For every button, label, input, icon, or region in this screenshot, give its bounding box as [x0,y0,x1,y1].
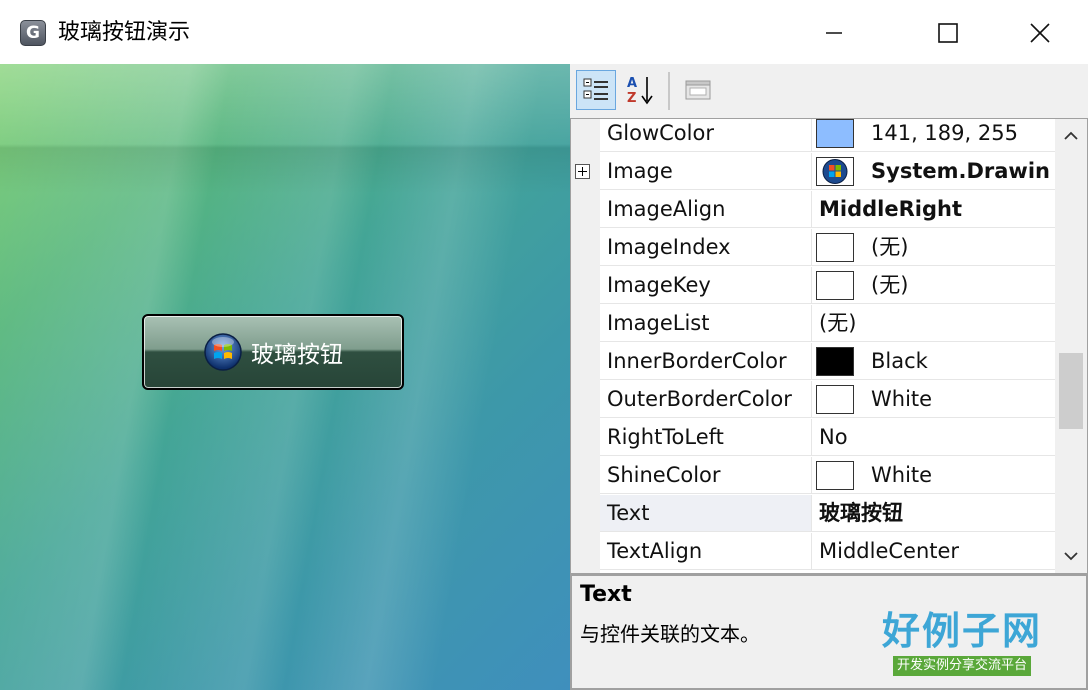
property-value[interactable]: White [812,457,1055,494]
property-name[interactable]: GlowColor [600,119,812,152]
property-value-text: (无) [871,235,909,259]
property-value-text: (无) [819,311,857,335]
minimize-icon [826,32,842,34]
chevron-up-icon [1064,131,1078,140]
windows-logo-icon [816,157,854,186]
property-row[interactable]: InnerBorderColor Black [571,343,1055,381]
brand-watermark: 好例子网 开发实例分享交流平台 [872,608,1052,676]
property-grid-toolbar: A Z [570,64,1088,118]
window-title: 玻璃按钮演示 [58,20,191,45]
property-name[interactable]: ImageKey [600,267,812,304]
property-name[interactable]: ImageAlign [600,191,812,228]
property-name[interactable]: Text [600,495,812,532]
title-bar: G 玻璃按钮演示 [0,0,1088,64]
minimize-button[interactable] [812,14,856,52]
scroll-up-button[interactable] [1055,119,1087,153]
maximize-button[interactable] [926,14,970,52]
property-row[interactable]: ImageList (无) [571,305,1055,343]
svg-text:Z: Z [627,91,636,106]
color-swatch [816,385,854,414]
color-swatch [816,347,854,376]
property-value[interactable]: System.Drawin [812,153,1055,190]
property-name[interactable]: Image [600,153,812,190]
property-row[interactable]: ShineColor White [571,457,1055,495]
property-value-text: MiddleRight [819,197,962,221]
property-row[interactable]: Image System.Drawin [571,153,1055,191]
scroll-down-button[interactable] [1055,539,1087,573]
property-value[interactable]: MiddleCenter [812,533,1055,570]
property-name[interactable]: TextAlign [600,533,812,570]
property-value-text: White [871,463,933,487]
property-name[interactable]: ImageIndex [600,229,812,266]
maximize-icon [938,23,958,43]
svg-text:A: A [627,76,637,91]
property-grid: A Z GlowColor 141, 189, 255 Image System.Dr… [570,64,1088,690]
description-panel: Text 与控件关联的文本。 好例子网 开发实例分享交流平台 [570,574,1088,690]
property-name[interactable]: ShineColor [600,457,812,494]
color-swatch [816,119,854,148]
app-icon[interactable]: G [20,20,46,46]
property-name[interactable]: InnerBorderColor [600,343,812,380]
property-value-text: White [871,387,933,411]
property-value-text: No [819,425,848,449]
property-value[interactable]: (无) [812,305,1055,342]
color-swatch [816,271,854,300]
alphabetical-icon: A Z [627,76,653,106]
property-value[interactable]: 玻璃按钮 [812,495,1055,532]
property-name[interactable]: RightToLeft [600,419,812,456]
property-list: GlowColor 141, 189, 255 Image System.Drawin… [570,118,1088,574]
glass-button[interactable]: 玻璃按钮 [142,314,404,390]
glass-button-label: 玻璃按钮 [251,342,343,368]
property-name[interactable]: ImageList [600,305,812,342]
color-swatch [816,461,854,490]
property-value[interactable]: Black [812,343,1055,380]
property-value-text: System.Drawin [871,159,1050,183]
property-name[interactable]: OuterBorderColor [600,381,812,418]
property-row[interactable]: RightToLeft No [571,419,1055,457]
property-value-text: MiddleCenter [819,539,960,563]
property-value[interactable]: White [812,381,1055,418]
property-value[interactable]: MiddleRight [812,191,1055,228]
expand-plus-icon[interactable] [575,164,590,179]
property-value[interactable]: (无) [812,267,1055,304]
property-row[interactable]: Text 玻璃按钮 [571,495,1055,533]
property-value[interactable]: (无) [812,229,1055,266]
property-value-text: 玻璃按钮 [819,501,903,525]
property-row[interactable]: GlowColor 141, 189, 255 [571,119,1055,153]
categorized-button[interactable] [576,70,616,110]
brand-logo-text: 好例子网 [881,608,1042,653]
property-row[interactable]: ImageKey (无) [571,267,1055,305]
chevron-down-icon [1064,552,1078,561]
property-row[interactable]: ImageAlign MiddleRight [571,191,1055,229]
close-icon [1030,23,1050,43]
color-swatch [816,233,854,262]
categorized-icon [583,78,608,100]
close-button[interactable] [1018,14,1062,52]
vertical-scrollbar[interactable] [1055,119,1087,573]
toolbar-separator [668,72,670,110]
property-pages-icon [685,80,711,100]
property-value-text: (无) [871,273,909,297]
demo-canvas: 玻璃按钮 [0,64,570,690]
windows-logo-icon [204,333,242,371]
property-value-text: 141, 189, 255 [871,121,1018,145]
property-value-text: Black [871,349,928,373]
alphabetical-button[interactable]: A Z [620,70,660,110]
property-value[interactable]: No [812,419,1055,456]
brand-tagline: 开发实例分享交流平台 [892,656,1031,676]
property-row[interactable]: ImageIndex (无) [571,229,1055,267]
property-row[interactable]: TextAlign MiddleCenter [571,533,1055,571]
property-row[interactable]: OuterBorderColor White [571,381,1055,419]
description-text: 与控件关联的文本。 [580,622,760,646]
property-value[interactable]: 141, 189, 255 [812,119,1055,152]
scroll-thumb[interactable] [1059,353,1083,429]
description-title: Text [580,582,632,607]
property-pages-button[interactable] [678,70,718,110]
